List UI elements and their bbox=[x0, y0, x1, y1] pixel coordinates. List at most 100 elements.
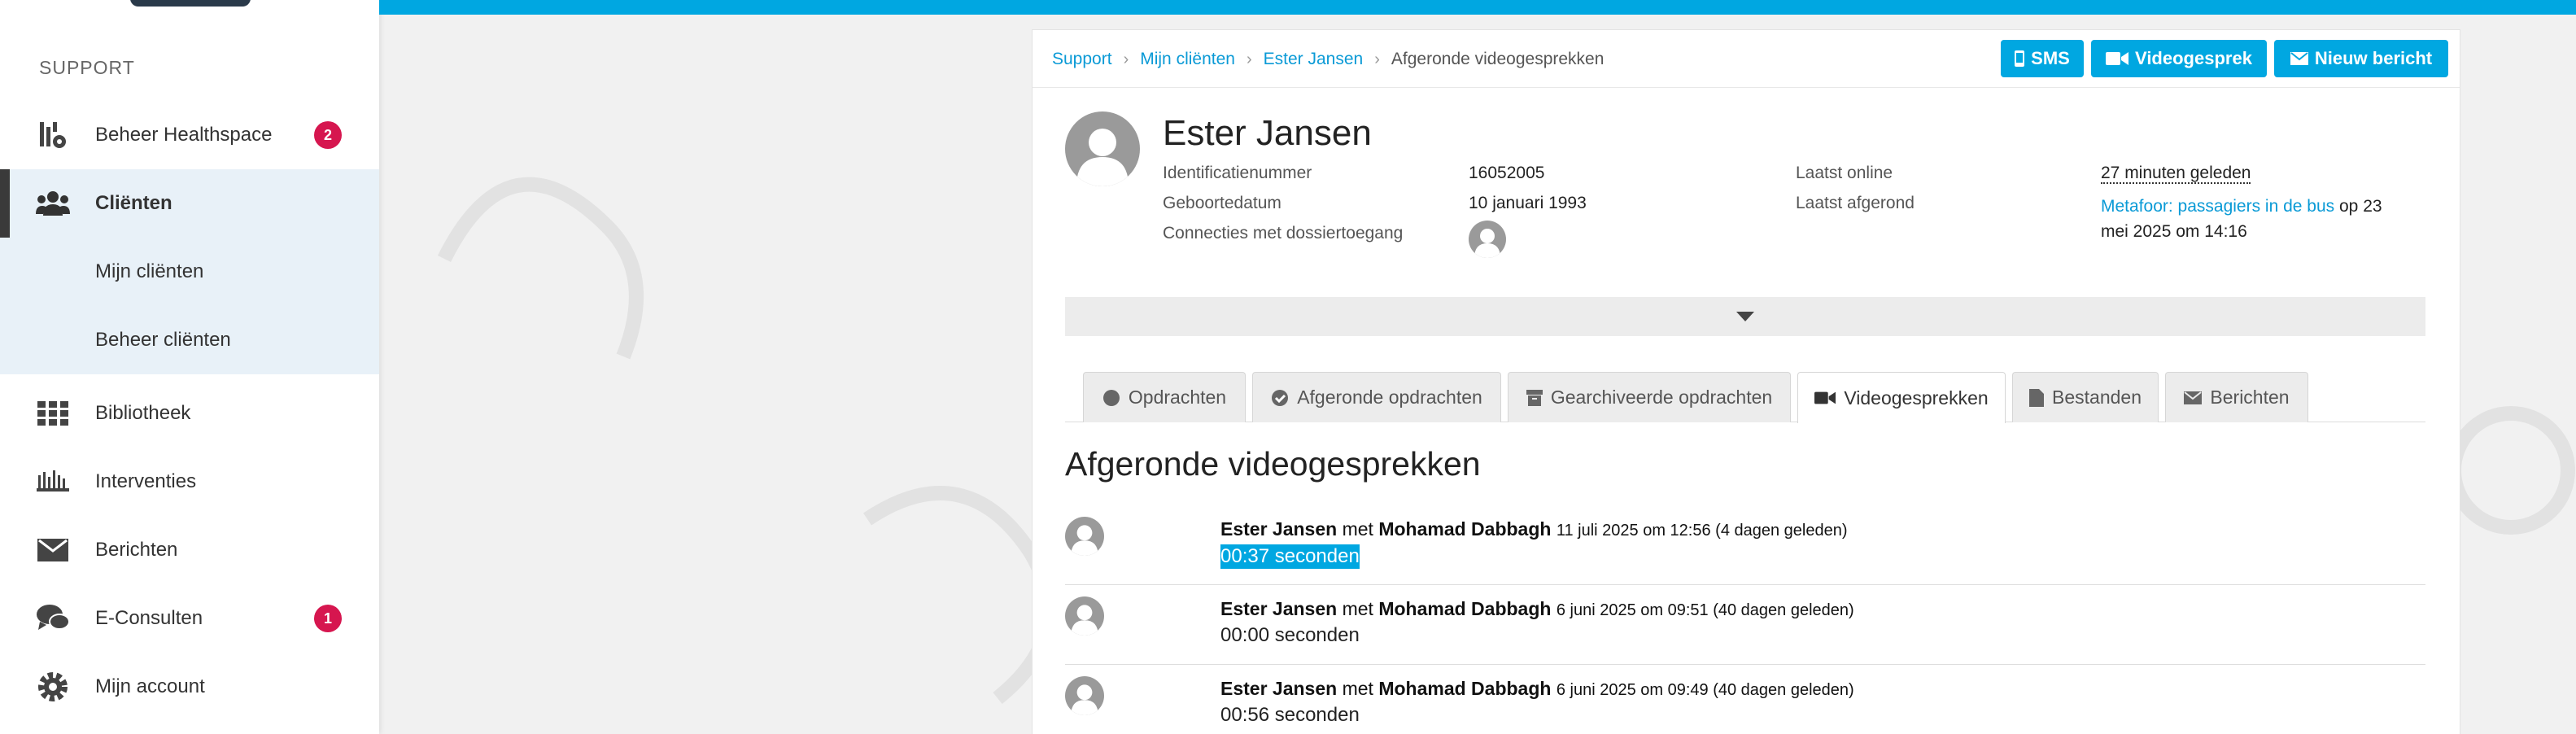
video-camera-icon bbox=[1814, 391, 1836, 404]
call-timestamp: 6 juni 2025 om 09:51 (40 dagen geleden) bbox=[1556, 601, 1854, 619]
breadcrumb-link-client[interactable]: Ester Jansen bbox=[1264, 50, 1364, 69]
client-avatar bbox=[1065, 517, 1104, 556]
sidebar-item-label: Bibliotheek bbox=[95, 402, 191, 424]
videogesprek-button[interactable]: Videogesprek bbox=[2091, 40, 2267, 77]
video-camera-icon bbox=[2106, 52, 2129, 65]
call-duration: 00:37 seconden bbox=[1220, 544, 1360, 569]
chat-bubbles-icon bbox=[36, 601, 70, 636]
call-counselor: Mohamad Dabbagh bbox=[1378, 518, 1552, 540]
envelope-icon bbox=[2184, 391, 2203, 404]
gear-icon bbox=[36, 670, 70, 704]
sidebar-heading: SUPPORT bbox=[39, 57, 135, 78]
call-client: Ester Jansen bbox=[1220, 518, 1338, 540]
connections-label: Connecties met dossiertoegang bbox=[1163, 224, 1404, 242]
call-summary: Ester Jansen met Mohamad Dabbagh 11 juli… bbox=[1220, 518, 1848, 540]
breadcrumb-link-mijn-clienten[interactable]: Mijn cliënten bbox=[1140, 50, 1235, 69]
breadcrumb-current: Afgeronde videogesprekken bbox=[1391, 50, 1605, 68]
interventions-icon bbox=[36, 465, 70, 499]
envelope-icon bbox=[2290, 52, 2308, 65]
last-online-label: Laatst online bbox=[1796, 164, 1893, 182]
tab-label: Videogesprekken bbox=[1844, 387, 1989, 409]
sidebar-item-label: E-Consulten bbox=[95, 607, 203, 629]
call-duration: 00:00 seconden bbox=[1220, 624, 1360, 646]
dob-value: 10 januari 1993 bbox=[1469, 194, 1587, 212]
sidebar-subitem-label: Beheer cliënten bbox=[95, 329, 231, 351]
tab-label: Opdrachten bbox=[1128, 387, 1227, 408]
tab-videogesprekken[interactable]: Videogesprekken bbox=[1797, 372, 2006, 423]
call-client: Ester Jansen bbox=[1220, 598, 1338, 619]
call-duration: 00:56 seconden bbox=[1220, 704, 1360, 726]
sms-button[interactable]: SMS bbox=[2001, 40, 2084, 77]
phone-icon bbox=[2015, 50, 2025, 67]
call-with: met bbox=[1342, 678, 1373, 699]
envelope-icon bbox=[36, 533, 70, 567]
client-panel: Support › Mijn cliënten › Ester Jansen ›… bbox=[1032, 29, 2460, 734]
client-avatar bbox=[1065, 676, 1104, 715]
tab-label: Gearchiveerde opdrachten bbox=[1550, 387, 1773, 408]
call-row[interactable]: Ester Jansen met Mohamad Dabbagh 11 juli… bbox=[1065, 505, 2425, 585]
breadcrumb: Support › Mijn cliënten › Ester Jansen ›… bbox=[1052, 50, 1604, 69]
notification-badge: 1 bbox=[314, 605, 342, 632]
file-icon bbox=[2029, 388, 2044, 407]
sms-button-label: SMS bbox=[2031, 48, 2070, 68]
sidebar-subitem-beheer-clienten[interactable]: Beheer cliënten bbox=[0, 306, 379, 374]
call-timestamp: 11 juli 2025 om 12:56 (4 dagen geleden) bbox=[1556, 522, 1848, 540]
last-completed-date-part1: op 23 bbox=[2334, 197, 2382, 216]
tab-label: Bestanden bbox=[2052, 387, 2142, 408]
sidebar-item-bibliotheek[interactable]: Bibliotheek bbox=[0, 379, 379, 448]
last-completed-label: Laatst afgerond bbox=[1796, 194, 1915, 212]
call-row[interactable]: Ester Jansen met Mohamad Dabbagh 6 juni … bbox=[1065, 665, 2425, 734]
caret-down-icon bbox=[1736, 312, 1754, 321]
sidebar-item-beheer-healthspace[interactable]: Beheer Healthspace 2 bbox=[0, 101, 379, 169]
tab-bestanden[interactable]: Bestanden bbox=[2012, 372, 2159, 422]
tab-afgeronde-opdrachten[interactable]: Afgeronde opdrachten bbox=[1252, 372, 1501, 422]
chevron-right-icon: › bbox=[1246, 50, 1252, 68]
panel-divider bbox=[1033, 87, 2460, 88]
last-completed-date-part2: mei 2025 om 14:16 bbox=[2101, 222, 2247, 241]
top-accent-bar bbox=[379, 0, 2576, 15]
call-counselor: Mohamad Dabbagh bbox=[1378, 598, 1552, 619]
users-icon bbox=[36, 186, 70, 221]
sidebar-item-label: Berichten bbox=[95, 539, 178, 561]
call-summary: Ester Jansen met Mohamad Dabbagh 6 juni … bbox=[1220, 678, 1854, 700]
grid-icon bbox=[36, 396, 70, 430]
check-circle-icon bbox=[1272, 389, 1289, 406]
call-with: met bbox=[1342, 518, 1373, 540]
new-message-button[interactable]: Nieuw bericht bbox=[2274, 40, 2448, 77]
sidebar-item-label: Interventies bbox=[95, 470, 197, 492]
sidebar-item-e-consulten[interactable]: E-Consulten 1 bbox=[0, 584, 379, 653]
app-logo[interactable] bbox=[130, 0, 251, 7]
tab-berichten[interactable]: Berichten bbox=[2165, 372, 2308, 422]
sidebar-item-clienten[interactable]: Cliënten bbox=[0, 169, 379, 238]
id-value: 16052005 bbox=[1469, 164, 1545, 182]
sidebar-subitem-mijn-clienten[interactable]: Mijn cliënten bbox=[0, 238, 379, 306]
call-counselor: Mohamad Dabbagh bbox=[1378, 678, 1552, 699]
chevron-right-icon: › bbox=[1123, 50, 1129, 68]
tab-label: Afgeronde opdrachten bbox=[1297, 387, 1482, 408]
client-name: Ester Jansen bbox=[1163, 113, 1372, 153]
sidebar-item-label: Beheer Healthspace bbox=[95, 124, 273, 146]
call-row[interactable]: Ester Jansen met Mohamad Dabbagh 6 juni … bbox=[1065, 585, 2425, 665]
sidebar-item-interventies[interactable]: Interventies bbox=[0, 448, 379, 516]
call-client: Ester Jansen bbox=[1220, 678, 1338, 699]
tab-gearchiveerde-opdrachten[interactable]: Gearchiveerde opdrachten bbox=[1508, 372, 1791, 422]
notification-badge: 2 bbox=[314, 121, 342, 149]
sidebar-item-mijn-account[interactable]: Mijn account bbox=[0, 653, 379, 721]
circle-icon bbox=[1102, 389, 1120, 406]
details-expander[interactable] bbox=[1065, 297, 2425, 336]
tab-bar: Opdrachten Afgeronde opdrachten Gearchiv… bbox=[1065, 372, 2425, 423]
connection-avatar[interactable] bbox=[1469, 221, 1506, 258]
sidebar-item-label: Mijn account bbox=[95, 675, 205, 697]
sidebar-subitem-label: Mijn cliënten bbox=[95, 260, 204, 282]
section-title: Afgeronde videogesprekken bbox=[1065, 445, 1481, 483]
breadcrumb-link-support[interactable]: Support bbox=[1052, 50, 1112, 69]
client-avatar bbox=[1065, 596, 1104, 636]
sidebar-item-berichten[interactable]: Berichten bbox=[0, 516, 379, 584]
sidebar-item-label: Cliënten bbox=[95, 192, 172, 214]
tools-gear-icon bbox=[36, 118, 70, 152]
last-completed-link[interactable]: Metafoor: passagiers in de bus bbox=[2101, 197, 2334, 216]
archive-icon bbox=[1526, 389, 1543, 406]
tab-opdrachten[interactable]: Opdrachten bbox=[1083, 372, 1246, 422]
new-message-button-label: Nieuw bericht bbox=[2314, 48, 2433, 68]
call-with: met bbox=[1342, 598, 1373, 619]
